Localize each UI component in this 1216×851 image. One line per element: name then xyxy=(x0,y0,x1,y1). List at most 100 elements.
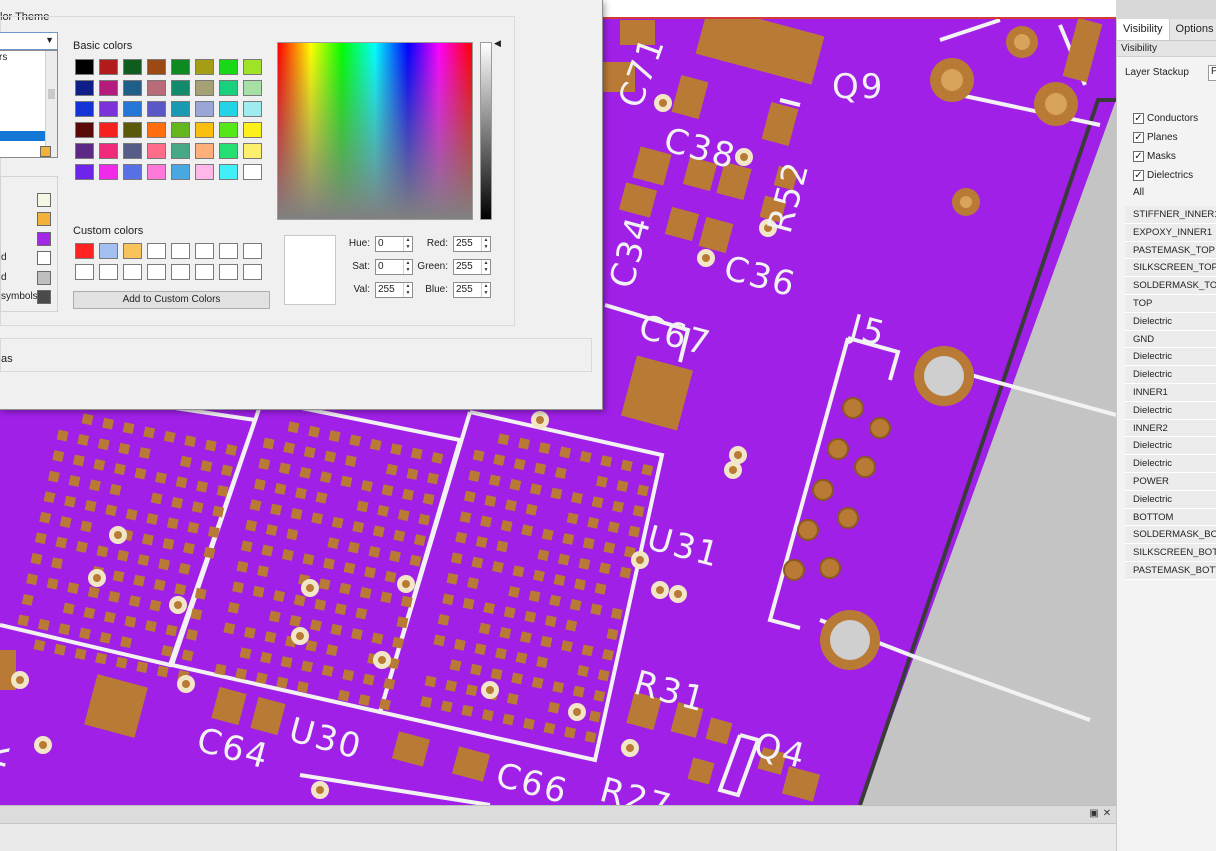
basic-color-cell[interactable] xyxy=(75,122,94,138)
custom-color-cell[interactable] xyxy=(195,243,214,259)
layer-item[interactable]: SOLDERMASK_BOTTOM xyxy=(1125,526,1216,545)
layer-stackup-select[interactable]: P xyxy=(1208,65,1216,81)
basic-color-cell[interactable] xyxy=(219,164,238,180)
layer-item[interactable]: INNER2 xyxy=(1125,419,1216,438)
chevron-down-icon[interactable]: ▼ xyxy=(45,35,54,45)
custom-color-cell[interactable] xyxy=(75,243,94,259)
custom-color-cell[interactable] xyxy=(219,243,238,259)
custom-color-cell[interactable] xyxy=(195,264,214,280)
scrollbar-thumb[interactable] xyxy=(48,89,55,99)
basic-color-cell[interactable] xyxy=(75,164,94,180)
custom-color-cell[interactable] xyxy=(243,264,262,280)
spin-arrows-icon[interactable]: ▲ ▼ xyxy=(481,283,490,297)
basic-color-cell[interactable] xyxy=(75,59,94,75)
theme-list-selected-item[interactable] xyxy=(0,131,45,141)
basic-color-cell[interactable] xyxy=(171,80,190,96)
layer-item[interactable]: GND xyxy=(1125,330,1216,349)
custom-color-cell[interactable] xyxy=(219,264,238,280)
scrollbar[interactable] xyxy=(45,51,57,157)
basic-color-cell[interactable] xyxy=(219,80,238,96)
basic-color-cell[interactable] xyxy=(75,80,94,96)
luminance-slider[interactable] xyxy=(480,42,492,220)
basic-color-cell[interactable] xyxy=(171,101,190,117)
layer-item[interactable]: Dielectric xyxy=(1125,490,1216,509)
basic-color-cell[interactable] xyxy=(99,122,118,138)
layer-item[interactable]: Dielectric xyxy=(1125,437,1216,456)
color-swatch[interactable] xyxy=(37,251,51,265)
spin-arrows-icon[interactable]: ▲ ▼ xyxy=(481,237,490,251)
custom-color-cell[interactable] xyxy=(99,243,118,259)
basic-color-cell[interactable] xyxy=(243,59,262,75)
layer-item[interactable]: SILKSCREEN_TOP xyxy=(1125,259,1216,278)
custom-color-cell[interactable] xyxy=(99,264,118,280)
close-icon[interactable]: ✕ xyxy=(1101,808,1113,820)
custom-color-cell[interactable] xyxy=(123,264,142,280)
spin-arrows-icon[interactable]: ▲ ▼ xyxy=(403,260,412,274)
basic-color-cell[interactable] xyxy=(243,143,262,159)
checkbox-masks[interactable]: ✓ Masks xyxy=(1133,151,1176,162)
basic-color-cell[interactable] xyxy=(123,101,142,117)
spin-arrows-icon[interactable]: ▲ ▼ xyxy=(403,237,412,251)
basic-color-cell[interactable] xyxy=(171,59,190,75)
basic-color-cell[interactable] xyxy=(123,143,142,159)
basic-color-cell[interactable] xyxy=(243,164,262,180)
layer-item[interactable]: STIFFNER_INNER1 xyxy=(1125,206,1216,224)
basic-color-cell[interactable] xyxy=(99,164,118,180)
layer-item[interactable]: Dielectric xyxy=(1125,455,1216,473)
basic-color-cell[interactable] xyxy=(147,122,166,138)
custom-color-cell[interactable] xyxy=(171,264,190,280)
luminance-arrow-icon[interactable]: ◀ xyxy=(494,38,501,49)
basic-color-cell[interactable] xyxy=(99,80,118,96)
layer-item[interactable]: Dielectric xyxy=(1125,366,1216,384)
basic-color-cell[interactable] xyxy=(123,59,142,75)
basic-color-cell[interactable] xyxy=(219,122,238,138)
basic-color-cell[interactable] xyxy=(147,59,166,75)
basic-color-cell[interactable] xyxy=(147,101,166,117)
basic-color-cell[interactable] xyxy=(99,59,118,75)
color-swatch[interactable] xyxy=(37,232,51,246)
custom-color-cell[interactable] xyxy=(171,243,190,259)
basic-color-cell[interactable] xyxy=(123,164,142,180)
all-toggle[interactable]: All xyxy=(1133,187,1144,198)
basic-color-cell[interactable] xyxy=(75,101,94,117)
layer-item[interactable]: EXPOXY_INNER1 xyxy=(1125,223,1216,242)
custom-color-cell[interactable] xyxy=(75,264,94,280)
basic-color-cell[interactable] xyxy=(75,143,94,159)
layer-item[interactable]: PASTEMASK_BOTTOM xyxy=(1125,561,1216,580)
basic-color-cell[interactable] xyxy=(219,59,238,75)
basic-color-cell[interactable] xyxy=(147,80,166,96)
basic-color-cell[interactable] xyxy=(171,122,190,138)
theme-list-item[interactable]: rs xyxy=(0,52,7,63)
basic-color-cell[interactable] xyxy=(195,59,214,75)
spin-arrows-icon[interactable]: ▲ ▼ xyxy=(403,283,412,297)
basic-color-cell[interactable] xyxy=(171,164,190,180)
basic-color-cell[interactable] xyxy=(147,143,166,159)
color-swatch[interactable] xyxy=(37,290,51,304)
basic-color-cell[interactable] xyxy=(195,101,214,117)
tab-options[interactable]: Options xyxy=(1170,19,1216,40)
restore-icon[interactable]: ▣ xyxy=(1088,808,1100,820)
basic-color-cell[interactable] xyxy=(195,143,214,159)
theme-dropdown-list[interactable]: rs xyxy=(0,50,58,158)
spin-arrows-icon[interactable]: ▲ ▼ xyxy=(481,260,490,274)
custom-color-cell[interactable] xyxy=(147,243,166,259)
color-swatch[interactable] xyxy=(37,271,51,285)
basic-color-cell[interactable] xyxy=(171,143,190,159)
basic-color-cell[interactable] xyxy=(243,101,262,117)
layer-item[interactable]: TOP xyxy=(1125,294,1216,313)
color-spectrum[interactable] xyxy=(277,42,473,220)
theme-dropdown[interactable]: ▼ xyxy=(0,32,58,50)
basic-color-cell[interactable] xyxy=(99,101,118,117)
basic-color-cell[interactable] xyxy=(99,143,118,159)
tab-visibility[interactable]: Visibility xyxy=(1117,19,1170,40)
basic-color-cell[interactable] xyxy=(147,164,166,180)
layer-item[interactable]: SOLDERMASK_TOP xyxy=(1125,277,1216,295)
checkbox-dielectrics[interactable]: ✓ Dielectrics xyxy=(1133,170,1193,181)
layer-item[interactable]: SILKSCREEN_BOTTOM xyxy=(1125,544,1216,562)
basic-color-cell[interactable] xyxy=(123,80,142,96)
custom-color-cell[interactable] xyxy=(243,243,262,259)
basic-color-cell[interactable] xyxy=(195,122,214,138)
layer-item[interactable]: Dielectric xyxy=(1125,348,1216,367)
basic-color-cell[interactable] xyxy=(243,122,262,138)
layer-item[interactable]: Dielectric xyxy=(1125,401,1216,420)
